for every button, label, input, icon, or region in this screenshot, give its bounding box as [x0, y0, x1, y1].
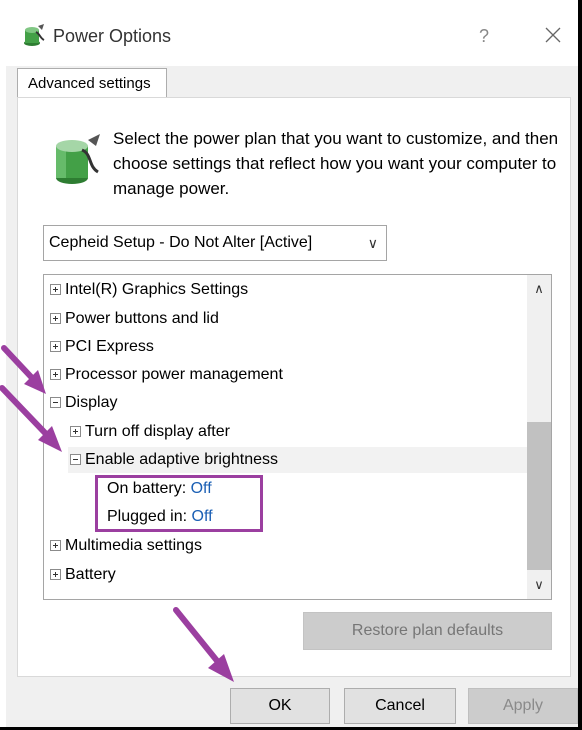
tree-item-processor-power[interactable]: Processor power management [50, 362, 283, 388]
expand-icon[interactable] [50, 540, 61, 551]
ok-button[interactable]: OK [230, 688, 330, 724]
collapse-icon[interactable] [50, 397, 61, 408]
close-icon[interactable] [540, 22, 566, 48]
tree-item-turn-off-display[interactable]: Turn off display after [70, 419, 230, 445]
tree-item-adaptive-brightness[interactable]: Enable adaptive brightness [68, 447, 528, 473]
power-plan-value: Cepheid Setup - Do Not Alter [Active] [49, 234, 313, 251]
tree-item-pci-express[interactable]: PCI Express [50, 334, 154, 360]
power-plan-dropdown[interactable]: Cepheid Setup - Do Not Alter [Active] ∨ [43, 225, 387, 261]
apply-button[interactable]: Apply [468, 688, 578, 724]
expand-icon[interactable] [50, 341, 61, 352]
expand-icon[interactable] [50, 369, 61, 380]
collapse-icon[interactable] [70, 454, 81, 465]
chevron-down-icon: ∨ [367, 235, 378, 251]
tree-item-display[interactable]: Display [50, 390, 117, 416]
cancel-button[interactable]: Cancel [344, 688, 456, 724]
tree-item-battery[interactable]: Battery [50, 562, 116, 588]
restore-defaults-button[interactable]: Restore plan defaults [303, 612, 552, 650]
tree-item-multimedia[interactable]: Multimedia settings [50, 533, 202, 559]
tab-advanced-settings[interactable]: Advanced settings [17, 68, 167, 98]
expand-icon[interactable] [50, 569, 61, 580]
description-text: Select the power plan that you want to c… [113, 129, 559, 198]
scroll-up-icon[interactable]: ∧ [527, 276, 551, 302]
expand-icon[interactable] [50, 313, 61, 324]
power-plan-icon [24, 24, 45, 46]
window-title: Power Options [53, 26, 172, 46]
scroll-down-icon[interactable]: ∨ [527, 572, 551, 598]
annotation-highlight-box [95, 475, 263, 532]
scrollbar-thumb[interactable] [527, 422, 551, 570]
tree-item-power-buttons[interactable]: Power buttons and lid [50, 306, 219, 332]
help-button[interactable]: ? [472, 24, 496, 48]
expand-icon[interactable] [50, 284, 61, 295]
title-bar: Power Options ? [0, 0, 578, 66]
battery-plug-icon [56, 134, 100, 184]
tree-item-intel-graphics[interactable]: Intel(R) Graphics Settings [50, 277, 248, 303]
expand-icon[interactable] [70, 426, 81, 437]
